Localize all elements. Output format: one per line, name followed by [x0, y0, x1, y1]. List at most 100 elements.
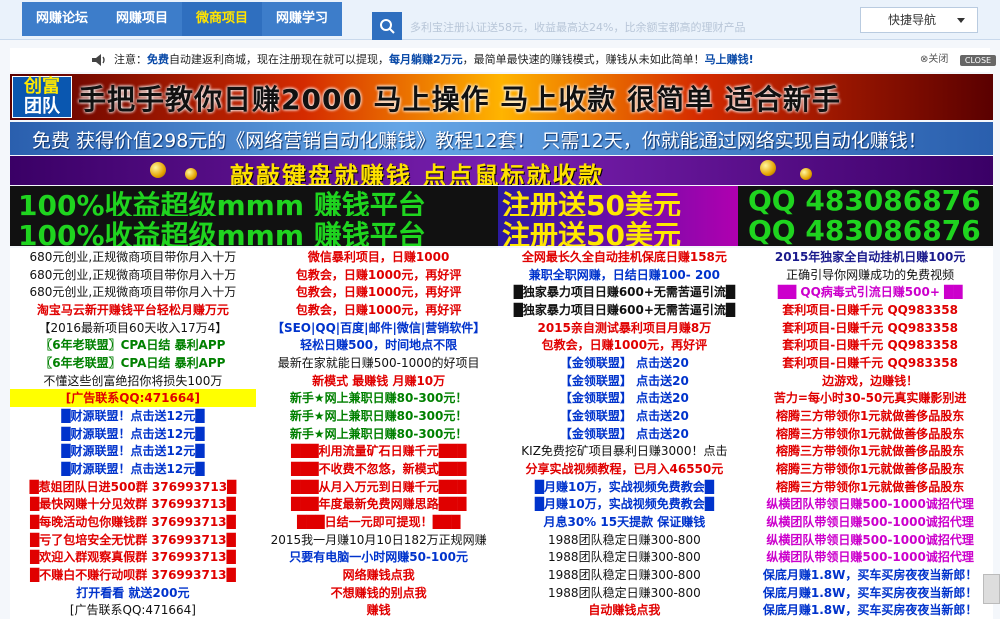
scrolling-ad-text[interactable]: 多利宝注册认证送58元，收益最高达24%，比余额宝都高的理财产品	[410, 19, 745, 35]
ad-link[interactable]: 打开看看 就送200元	[10, 584, 256, 602]
ad-link[interactable]: █财源联盟！点击送12元█	[10, 407, 256, 425]
ad-link[interactable]: █财源联盟！点击送12元█	[10, 460, 256, 478]
banner-mmm-2[interactable]: 100%收益超级mmm 赚钱平台 注册送50美元 QQ 483086876	[10, 216, 993, 246]
ad-link[interactable]: 保底月赚1.8W，买车买房夜夜当新郎！	[747, 566, 993, 584]
ad-link[interactable]: 680元创业,正规微商项目带你月入十万	[10, 283, 256, 301]
ad-link[interactable]: 【2016最新项目60天收入17万4】	[10, 319, 256, 337]
ad-link[interactable]: 微信暴利项目，日赚1000	[256, 248, 502, 266]
ad-link[interactable]: 榕腾三方带领你1元就做善侈品股东	[747, 478, 993, 496]
search-button[interactable]	[372, 12, 402, 40]
ad-link[interactable]: ███年度最新免费网赚思路███	[256, 495, 502, 513]
banner-mmm-1[interactable]: 100%收益超级mmm 赚钱平台 注册送50美元 QQ 483086876	[10, 186, 993, 216]
notice-highlight[interactable]: 每月躺赚2万元	[389, 53, 463, 66]
ad-link[interactable]: 自动赚钱点我	[502, 601, 748, 619]
ad-link[interactable]: 榕腾三方带领你1元就做善侈品股东	[747, 407, 993, 425]
ad-link[interactable]: 榕腾三方带领你1元就做善侈品股东	[747, 460, 993, 478]
ad-link[interactable]: 正确引导你网赚成功的免费视频	[747, 266, 993, 284]
ad-link[interactable]: 【金领联盟】 点击送20	[502, 407, 748, 425]
ad-link[interactable]: 包教会，日赚1000元，再好评	[502, 336, 748, 354]
ad-link[interactable]: 包教会，日赚1000元，再好评	[256, 301, 502, 319]
ad-link[interactable]: █每晚活动包你赚钱群 376993713█	[10, 513, 256, 531]
ad-link[interactable]: ██ QQ病毒式引流日赚500+ ██	[747, 283, 993, 301]
ad-link[interactable]: █独家暴力项目日赚600+无需苦逼引流█	[502, 301, 748, 319]
ad-link[interactable]: 榕腾三方带领你1元就做善侈品股东	[747, 425, 993, 443]
ad-link[interactable]: 1988团队稳定日赚300-800	[502, 566, 748, 584]
banner-keyboard-earn[interactable]: 敲敲键盘就赚钱 点点鼠标就收款	[10, 156, 993, 185]
ad-link[interactable]: KIZ免费挖矿项目暴利日赚3000！点击	[502, 442, 748, 460]
ad-link[interactable]: █惹姐团队日进500群 376993713█	[10, 478, 256, 496]
side-float-widget[interactable]	[983, 574, 1000, 604]
ad-link[interactable]: 包教会，日赚1000元，再好评	[256, 266, 502, 284]
ad-link[interactable]: 新手★网上兼职日赚80-300元！	[256, 389, 502, 407]
ad-link[interactable]: 680元创业,正规微商项目带你月入十万	[10, 266, 256, 284]
ad-link[interactable]: ███日结一元即可提现！███	[256, 513, 502, 531]
notice-free-link[interactable]: 免费	[147, 53, 169, 66]
ad-link[interactable]: █不赚白不赚行动呗群 376993713█	[10, 566, 256, 584]
banner-free-course[interactable]: 免费 获得价值298元的《网络营销自动化赚钱》教程12套！ 只需12天，你就能通…	[10, 122, 993, 155]
ad-link[interactable]: 套利项目-日赚千元 QQ983358	[747, 301, 993, 319]
ad-link[interactable]: [广告联系QQ:471664]	[10, 601, 256, 619]
ad-link[interactable]: 1988团队稳定日赚300-800	[502, 531, 748, 549]
nav-item-learning[interactable]: 网赚学习	[262, 2, 343, 36]
ad-link[interactable]: 兼职全职网赚，日结日赚100- 200	[502, 266, 748, 284]
ad-link[interactable]: 网络赚钱点我	[256, 566, 502, 584]
ad-link[interactable]: 纵横团队带领日赚500-1000诚招代理	[747, 495, 993, 513]
banner-teach-earn[interactable]: 创富 团队 手把手教你日赚2000 马上操作 马上收款 很简单 适合新手	[10, 74, 993, 120]
ad-link[interactable]: 2015我一月赚10月10日182万正规网赚	[256, 531, 502, 549]
ad-link[interactable]: 1988团队稳定日赚300-800	[502, 548, 748, 566]
quick-nav-dropdown[interactable]: 快捷导航	[860, 7, 978, 33]
ad-link[interactable]: 淘宝马云新开赚钱平台轻松月赚万元	[10, 301, 256, 319]
ad-link[interactable]: 【金领联盟】 点击送20	[502, 372, 748, 390]
ad-link[interactable]: 2015亲自测试暴利项目月赚8万	[502, 319, 748, 337]
ad-link[interactable]: 保底月赚1.8W，买车买房夜夜当新郎！	[747, 584, 993, 602]
ad-link[interactable]: 保底月赚1.8W，买车买房夜夜当新郎！	[747, 601, 993, 619]
ad-link[interactable]: 月息30% 15天提款 保证赚钱	[502, 513, 748, 531]
ad-link[interactable]: 纵横团队带领日赚500-1000诚招代理	[747, 548, 993, 566]
ad-link[interactable]: █财源联盟！点击送12元█	[10, 425, 256, 443]
ad-link[interactable]: █亏了包培安全无忧群 376993713█	[10, 531, 256, 549]
ad-link[interactable]: █财源联盟！点击送12元█	[10, 442, 256, 460]
nav-item-forum[interactable]: 网赚论坛	[22, 2, 103, 36]
ad-link[interactable]: 【金领联盟】 点击送20	[502, 354, 748, 372]
close-badge[interactable]: CLOSE	[960, 55, 996, 66]
ad-link[interactable]: 新模式 最赚钱 月赚10万	[256, 372, 502, 390]
ad-link[interactable]: 套利项目-日赚千元 QQ983358	[747, 354, 993, 372]
ad-link[interactable]: 新手★网上兼职日赚80-300元！	[256, 407, 502, 425]
ad-link[interactable]: 边游戏，边赚钱！	[747, 372, 993, 390]
ad-link[interactable]: 【SEO|QQ|百度|邮件|微信|营销软件】	[256, 319, 502, 337]
ad-link[interactable]: 榕腾三方带领你1元就做善侈品股东	[747, 442, 993, 460]
ad-link[interactable]: 纵横团队带领日赚500-1000诚招代理	[747, 513, 993, 531]
ad-link[interactable]: 全网最长久全自动挂机保底日赚158元	[502, 248, 748, 266]
ad-link[interactable]: █月赚10万，实战视频免费教会█	[502, 478, 748, 496]
ad-link[interactable]: 〖6年老联盟〗CPA日结 暴利APP	[10, 336, 256, 354]
ad-link[interactable]: 〖6年老联盟〗CPA日结 暴利APP	[10, 354, 256, 372]
notice-close-button[interactable]: ⊗关闭	[920, 48, 948, 72]
ad-link[interactable]: 最新在家就能日赚500-1000的好项目	[256, 354, 502, 372]
ad-link[interactable]: 新手★网上兼职日赚80-300元！	[256, 425, 502, 443]
ad-link[interactable]: 套利项目-日赚千元 QQ983358	[747, 336, 993, 354]
ad-link[interactable]: 赚钱	[256, 601, 502, 619]
ad-link[interactable]: 分享实战视频教程，已月入46550元	[502, 460, 748, 478]
nav-item-projects[interactable]: 网赚项目	[102, 2, 183, 36]
ad-link[interactable]: ███不收费不忽悠，新模式███	[256, 460, 502, 478]
ad-link[interactable]: █独家暴力项目日赚600+无需苦逼引流█	[502, 283, 748, 301]
ad-link[interactable]: 不想赚钱的别点我	[256, 584, 502, 602]
ad-link[interactable]: 纵横团队带领日赚500-1000诚招代理	[747, 531, 993, 549]
ad-link[interactable]: 680元创业,正规微商项目带你月入十万	[10, 248, 256, 266]
ad-link[interactable]: 套利项目-日赚千元 QQ983358	[747, 319, 993, 337]
ad-link[interactable]: 2015年独家全自动挂机日赚100元	[747, 248, 993, 266]
notice-cta-link[interactable]: 马上赚钱!	[705, 53, 754, 66]
ad-link[interactable]: 包教会，日赚1000元，再好评	[256, 283, 502, 301]
ad-link[interactable]: [广告联系QQ:471664]	[10, 389, 256, 408]
nav-item-weishang[interactable]: 微商项目	[182, 2, 263, 36]
ad-link[interactable]: 【金领联盟】 点击送20	[502, 389, 748, 407]
ad-link[interactable]: 轻松日赚500，时间地点不限	[256, 336, 502, 354]
ad-link[interactable]: ███从月入万元到日赚千元███	[256, 478, 502, 496]
ad-link[interactable]: 不懂这些创富绝招你将损失100万	[10, 372, 256, 390]
ad-link[interactable]: █最快网赚十分见效群 376993713█	[10, 495, 256, 513]
ad-link[interactable]: 苦力=每小时30-50元真实赚影别进	[747, 389, 993, 407]
ad-link[interactable]: ███利用流量矿石日赚千元███	[256, 442, 502, 460]
ad-link[interactable]: 【金领联盟】 点击送20	[502, 425, 748, 443]
ad-link[interactable]: █月赚10万，实战视频免费教会█	[502, 495, 748, 513]
ad-link[interactable]: 1988团队稳定日赚300-800	[502, 584, 748, 602]
